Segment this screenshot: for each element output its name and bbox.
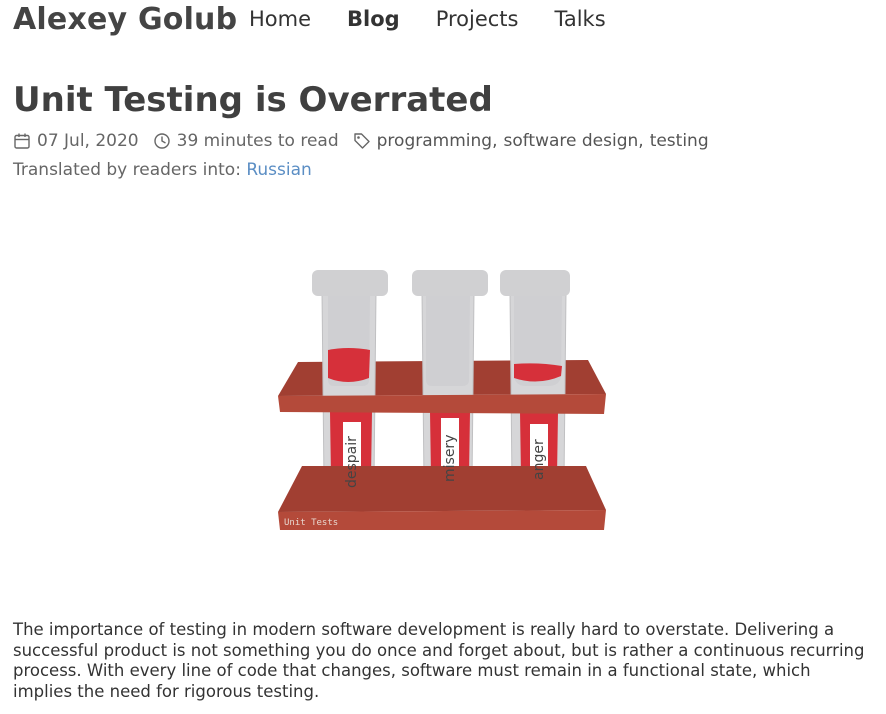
test-tubes-illustration: despair misery anger Unit Tests <box>278 270 606 530</box>
clock-icon <box>153 133 170 149</box>
nav-item-home[interactable]: Home <box>249 7 311 31</box>
tag-software-design[interactable]: software design <box>503 131 638 151</box>
tag-icon <box>353 133 370 149</box>
post-tags: programming, software design, testing <box>353 131 709 151</box>
nav-item-talks[interactable]: Talks <box>554 7 605 31</box>
translation-prefix: Translated by readers into: <box>13 160 241 180</box>
post-reading-time: 39 minutes to read <box>153 131 339 151</box>
reading-time-text: 39 minutes to read <box>176 131 339 151</box>
tag-separator: , <box>638 131 644 151</box>
tag-testing[interactable]: testing <box>650 131 709 151</box>
post-meta: 07 Jul, 2020 39 minutes to read programm… <box>13 131 723 151</box>
tag-programming[interactable]: programming <box>377 131 492 151</box>
site-title-link[interactable]: Alexey Golub <box>13 2 237 37</box>
post-date-text: 07 Jul, 2020 <box>37 131 139 151</box>
post-title: Unit Testing is Overrated <box>13 80 493 120</box>
post-date: 07 Jul, 2020 <box>13 131 139 151</box>
nav-item-blog[interactable]: Blog <box>347 7 400 31</box>
post-intro-paragraph: The importance of testing in modern soft… <box>13 620 865 702</box>
calendar-icon <box>14 133 30 149</box>
tag-separator: , <box>492 131 498 151</box>
nav-item-projects[interactable]: Projects <box>436 7 519 31</box>
label-despair: despair <box>344 436 360 488</box>
translation-note: Translated by readers into: Russian <box>13 160 312 180</box>
site-header: Alexey Golub Home Blog Projects Talks <box>13 0 873 44</box>
label-anger: anger <box>531 439 547 480</box>
main-nav: Home Blog Projects Talks <box>249 7 642 31</box>
image-caption: Unit Tests <box>284 518 338 528</box>
translation-link-russian[interactable]: Russian <box>246 160 311 180</box>
label-misery: misery <box>442 435 458 482</box>
